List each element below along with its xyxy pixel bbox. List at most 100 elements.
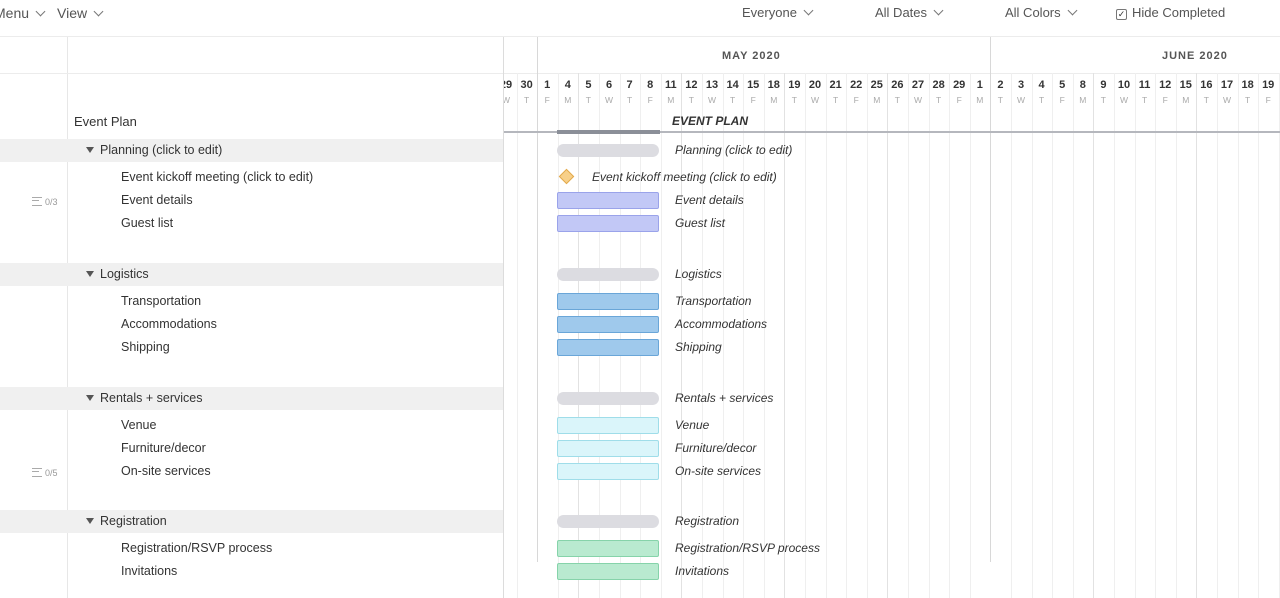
task-bar[interactable] <box>557 540 659 557</box>
task-bar[interactable] <box>557 316 659 333</box>
group-label[interactable]: Logistics <box>86 267 149 281</box>
grid-line <box>1258 73 1259 598</box>
task-name[interactable]: Accommodations <box>121 317 217 331</box>
task-row[interactable]: On-site services 0/5 <box>0 461 503 484</box>
day-number: 25 <box>870 79 883 91</box>
menu-dropdown[interactable]: Menu <box>0 5 46 21</box>
gantt-chart: MAY 2020 JUNE 2020 29W30T1F4M5T6W7T8F11M… <box>504 37 1280 598</box>
task-row[interactable]: Venue <box>0 415 503 438</box>
day-of-week: W <box>1222 95 1232 105</box>
header-divider <box>0 73 503 74</box>
day-number: 9 <box>1100 79 1107 91</box>
task-name[interactable]: Furniture/decor <box>121 441 206 455</box>
dates-filter[interactable]: All Dates <box>875 5 944 20</box>
grid-line <box>1032 73 1033 598</box>
task-row[interactable]: Registration/RSVP process <box>0 538 503 561</box>
group-name: Registration <box>100 514 167 528</box>
day-number: 8 <box>1079 79 1086 91</box>
group-label[interactable]: Registration <box>86 514 167 528</box>
task-name[interactable]: Registration/RSVP process <box>121 541 272 555</box>
view-dropdown[interactable]: View <box>57 5 104 21</box>
everyone-filter[interactable]: Everyone <box>742 5 814 20</box>
colors-filter[interactable]: All Colors <box>1005 5 1078 20</box>
checkbox-icon[interactable]: ✓ <box>1116 9 1127 20</box>
task-bar[interactable] <box>557 215 659 232</box>
task-name[interactable]: Invitations <box>121 564 177 578</box>
milestone-diamond-icon[interactable] <box>558 168 575 185</box>
chevron-down-icon <box>35 6 46 17</box>
task-name[interactable]: Guest list <box>121 216 173 230</box>
task-row[interactable]: Invitations <box>0 561 503 584</box>
task-bar-label: On-site services <box>675 464 762 478</box>
group-bar[interactable] <box>557 144 659 157</box>
grid-line <box>1196 73 1197 598</box>
collapse-triangle-icon[interactable] <box>86 147 94 153</box>
task-name[interactable]: Event details <box>121 193 193 207</box>
day-number: 12 <box>685 79 698 91</box>
task-bar[interactable] <box>557 293 659 310</box>
day-number: 29 <box>953 79 966 91</box>
task-row[interactable]: Accommodations <box>0 314 503 337</box>
task-bar[interactable] <box>557 563 659 580</box>
task-bar[interactable] <box>557 192 659 209</box>
grid-line <box>908 73 909 598</box>
day-of-week: M <box>564 95 572 105</box>
day-number: 26 <box>891 79 904 91</box>
subtask-count: 0/5 <box>45 468 58 478</box>
task-row[interactable]: Transportation <box>0 291 503 314</box>
task-bar[interactable] <box>557 417 659 434</box>
day-of-week: F <box>956 95 962 105</box>
grid-line <box>1073 73 1074 598</box>
group-label[interactable]: Rentals + services <box>86 391 202 405</box>
grid-line <box>1052 73 1053 598</box>
group-label[interactable]: Planning (click to edit) <box>86 143 222 157</box>
day-of-week: F <box>1162 95 1168 105</box>
collapse-triangle-icon[interactable] <box>86 271 94 277</box>
hide-completed-label: Hide Completed <box>1132 5 1226 20</box>
task-bar[interactable] <box>557 339 659 356</box>
grid-line <box>1217 73 1218 598</box>
month-header: MAY 2020 JUNE 2020 <box>504 37 1280 74</box>
month-label-may: MAY 2020 <box>722 50 781 62</box>
day-number: 22 <box>850 79 863 91</box>
day-of-week: M <box>770 95 778 105</box>
subtask-count-badge[interactable]: 0/5 <box>32 467 58 478</box>
day-of-week: W <box>1016 95 1026 105</box>
task-row[interactable]: Guest list <box>0 213 503 236</box>
task-bar-label: Event details <box>675 193 744 207</box>
day-number: 21 <box>829 79 842 91</box>
group-row[interactable]: Logistics <box>0 263 503 286</box>
task-name[interactable]: Shipping <box>121 340 170 354</box>
subtask-count: 0/3 <box>45 197 58 207</box>
task-row[interactable]: Event kickoff meeting (click to edit) <box>0 167 503 190</box>
task-bar[interactable] <box>557 463 659 480</box>
group-bar[interactable] <box>557 268 659 281</box>
collapse-triangle-icon[interactable] <box>86 395 94 401</box>
all-colors-label: All Colors <box>1005 5 1061 20</box>
group-row[interactable]: Registration <box>0 510 503 533</box>
day-number: 7 <box>626 79 633 91</box>
day-of-week: T <box>1244 95 1251 105</box>
task-row[interactable]: Event details 0/3 <box>0 190 503 213</box>
group-bar[interactable] <box>557 515 659 528</box>
task-bar[interactable] <box>557 440 659 457</box>
task-name[interactable]: On-site services <box>121 464 211 478</box>
day-number: 27 <box>911 79 925 91</box>
day-number: 11 <box>664 79 677 91</box>
task-name[interactable]: Event kickoff meeting (click to edit) <box>121 170 313 184</box>
subtask-count-badge[interactable]: 0/3 <box>32 196 58 207</box>
task-row[interactable]: Furniture/decor <box>0 438 503 461</box>
grid-line <box>517 73 518 598</box>
task-row[interactable]: Shipping <box>0 337 503 360</box>
task-name[interactable]: Venue <box>121 418 156 432</box>
day-number: 11 <box>1138 79 1151 91</box>
hide-completed-toggle[interactable]: ✓ Hide Completed <box>1116 5 1225 20</box>
task-name[interactable]: Transportation <box>121 294 201 308</box>
day-number: 19 <box>788 79 801 91</box>
collapse-triangle-icon[interactable] <box>86 518 94 524</box>
group-bar[interactable] <box>557 392 659 405</box>
group-row[interactable]: Planning (click to edit) <box>0 139 503 162</box>
day-of-week: T <box>1203 95 1209 105</box>
grid-line <box>970 73 971 598</box>
group-row[interactable]: Rentals + services <box>0 387 503 410</box>
